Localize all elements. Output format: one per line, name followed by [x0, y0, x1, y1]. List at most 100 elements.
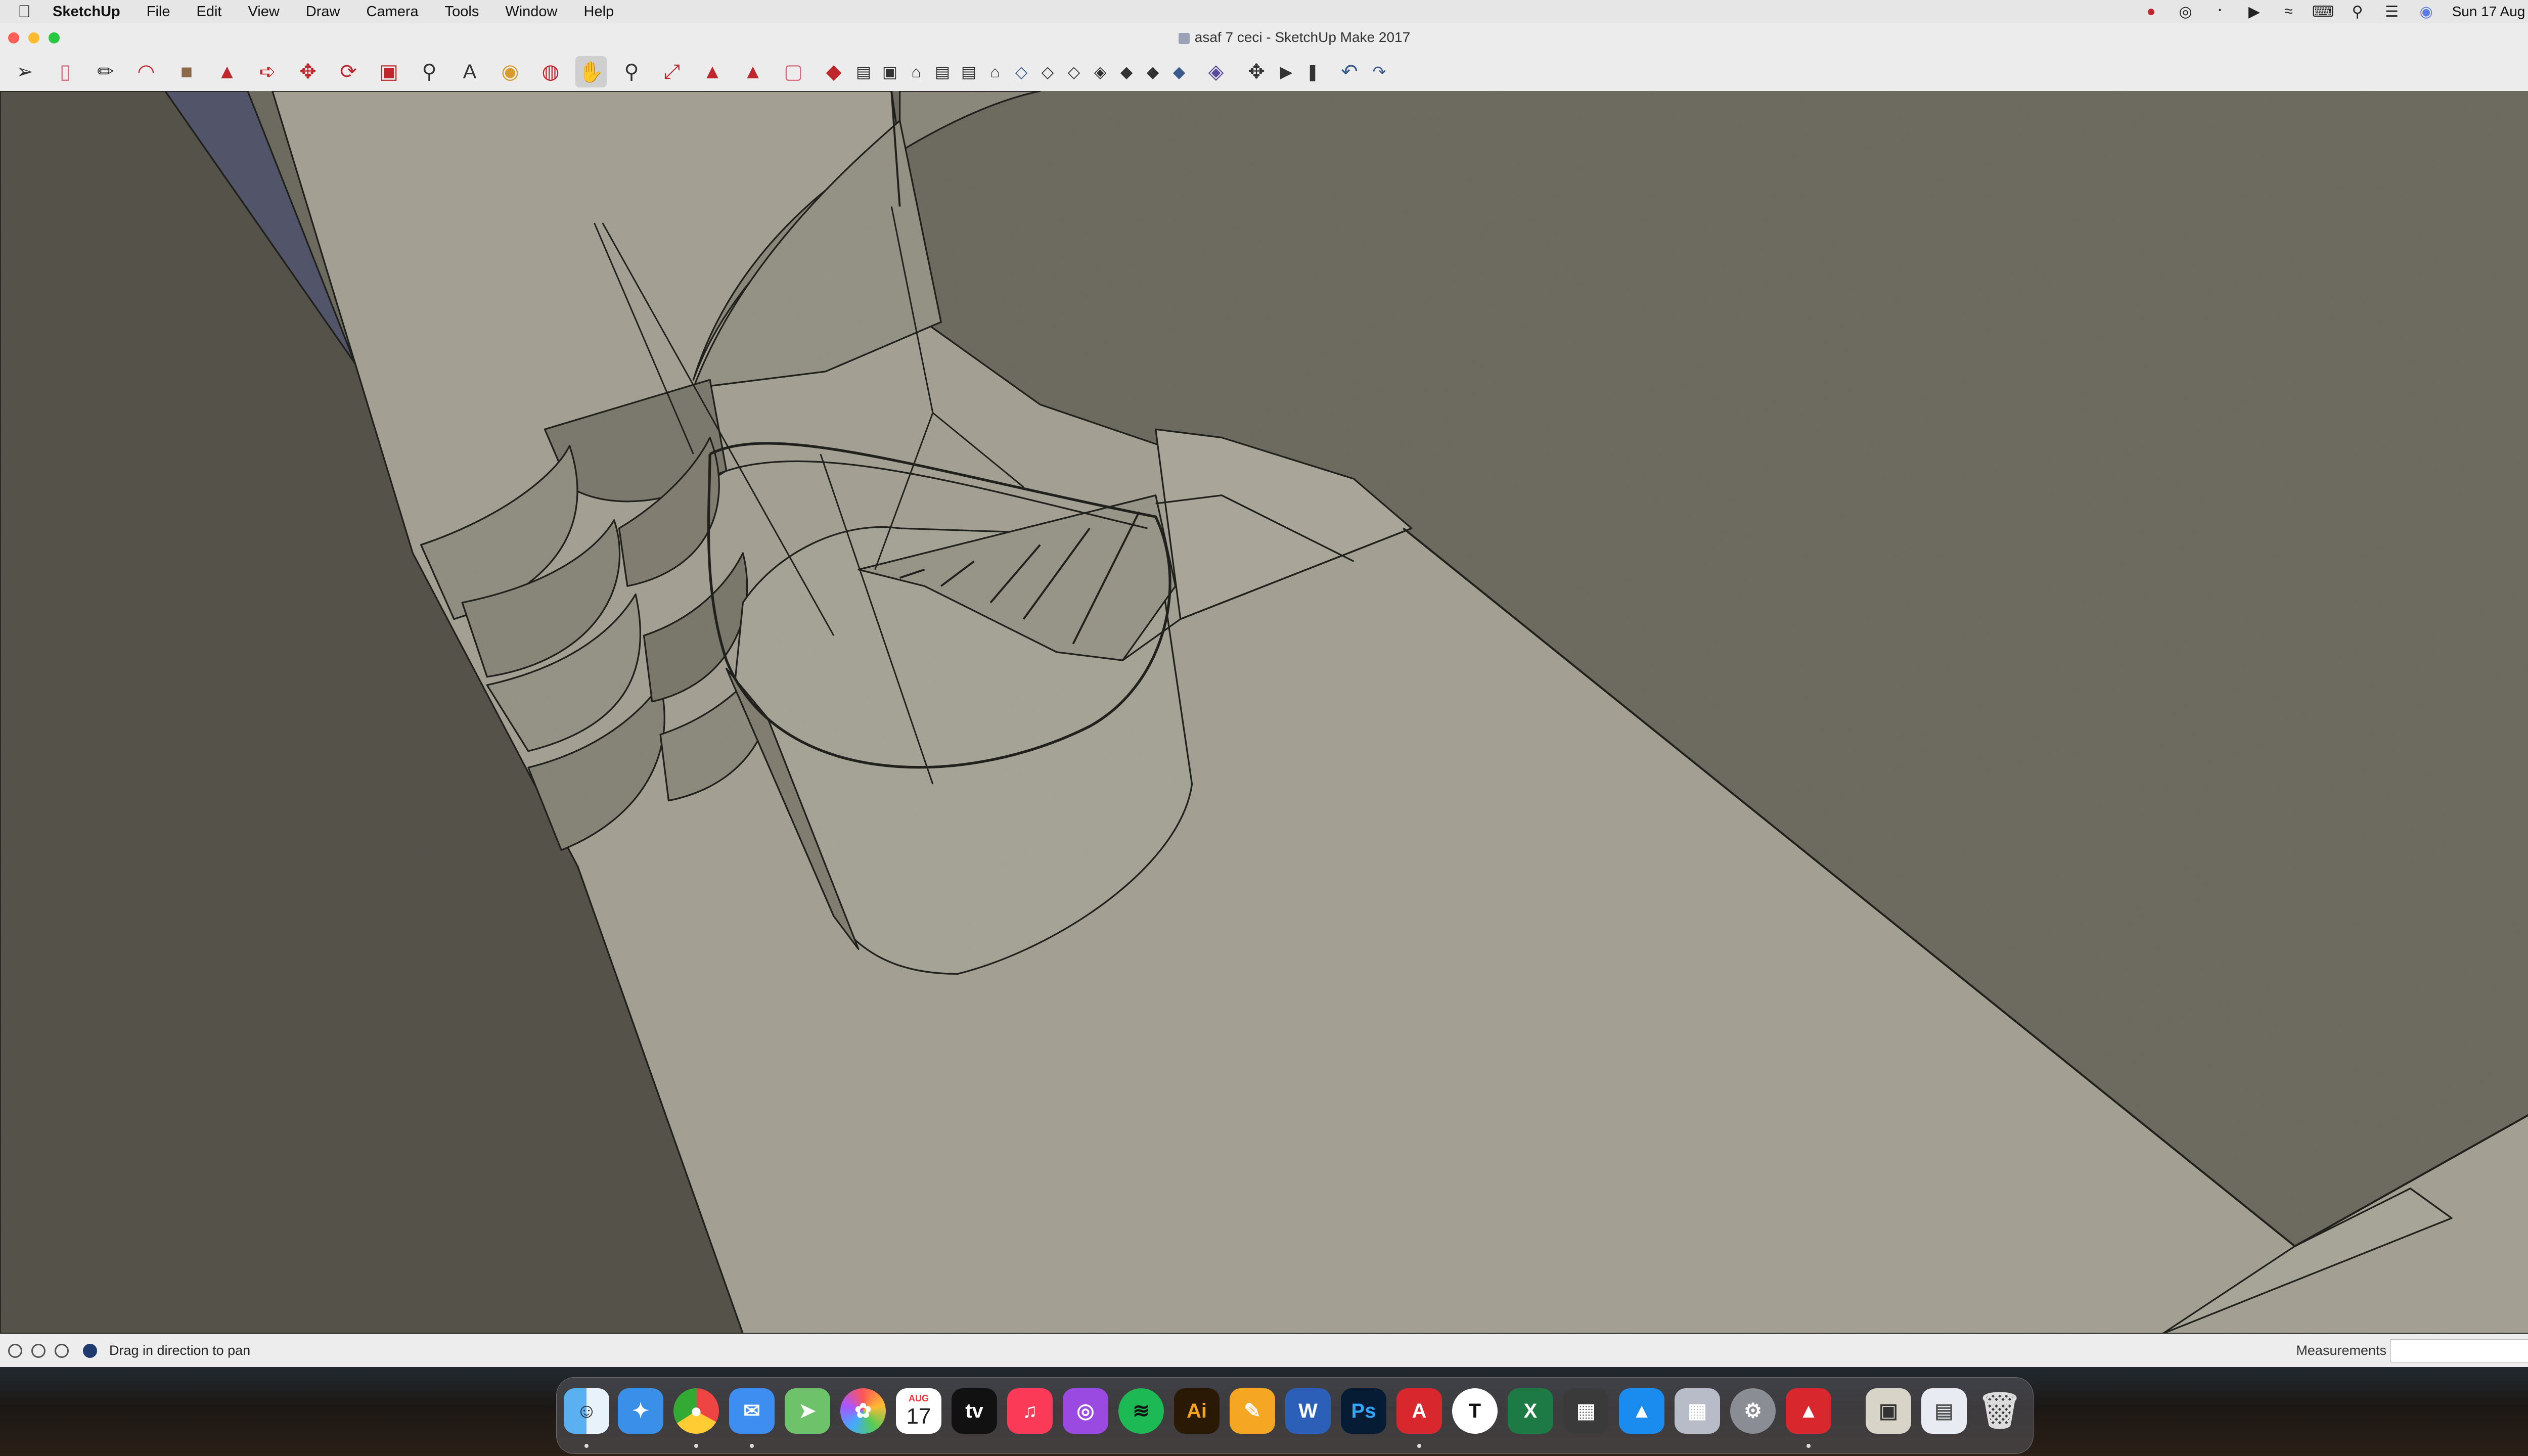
instructor-icon[interactable] [83, 1344, 97, 1358]
shaded-textures-icon[interactable]: ◆ [1114, 56, 1139, 87]
menu-draw[interactable]: Draw [293, 4, 353, 20]
zoom-tool-icon[interactable]: ⚲ [616, 56, 647, 87]
apple-menu-icon[interactable]:  [9, 2, 39, 22]
pan-tool-icon[interactable]: ✋ [575, 56, 607, 87]
illustrator-label: Ai [1187, 1399, 1207, 1422]
text-tool-icon[interactable]: A [454, 56, 485, 87]
spotlight-icon[interactable]: ⚲ [2349, 4, 2366, 20]
section-plane-icon[interactable]: ◆ [1167, 56, 1191, 87]
calculator-icon[interactable]: ▦ [1563, 1388, 1609, 1434]
airdrop-icon[interactable]: ◎ [2177, 4, 2194, 20]
system-preferences-icon[interactable]: ⚙ [1730, 1388, 1776, 1434]
play-icon[interactable]: ▶ [2246, 4, 2263, 20]
zoom-extents-icon[interactable]: ⤢ [656, 56, 688, 87]
geolocation-icon[interactable] [8, 1344, 22, 1358]
model-viewport[interactable] [0, 91, 2528, 1334]
line-tool-icon[interactable]: ✏ [90, 56, 121, 87]
document-icon [1178, 32, 1190, 44]
clock[interactable]: Sun 17 Aug 21:46 [2452, 4, 2528, 20]
x-ray-icon[interactable]: ◇ [1009, 56, 1033, 87]
measurements-input[interactable] [2390, 1339, 2528, 1362]
credits-icon[interactable] [31, 1344, 46, 1358]
menu-view[interactable]: View [235, 4, 292, 20]
texture-grain [0, 91, 2528, 1334]
window-titlebar: asaf 7 ceci - SketchUp Make 2017 [0, 23, 2528, 53]
send-to-layout-icon[interactable]: ◆ [818, 56, 849, 87]
iso-view-icon[interactable]: ▤ [851, 56, 876, 87]
app-store-icon[interactable]: ▲ [1619, 1388, 1664, 1434]
sketchup-icon[interactable]: ▲ [1786, 1388, 1831, 1434]
monochrome-icon[interactable]: ◆ [1141, 56, 1165, 87]
maps-icon[interactable]: ➤ [785, 1388, 830, 1434]
select-tool-icon[interactable]: ➢ [9, 56, 40, 87]
orbit-tool-icon[interactable]: ◍ [535, 56, 566, 87]
extension-warehouse-icon[interactable]: ▲ [737, 56, 769, 87]
typora-icon[interactable]: T [1452, 1388, 1498, 1434]
eraser-tool-icon[interactable]: ▯ [50, 56, 81, 87]
calendar-icon[interactable]: AUG 17 [896, 1388, 941, 1434]
preview-icon[interactable]: ▣ [1866, 1388, 1911, 1434]
trash-icon[interactable]: 🗑 [1977, 1388, 2022, 1434]
move-tool-icon[interactable]: ✥ [292, 56, 324, 87]
chrome-icon[interactable]: ● [673, 1388, 719, 1434]
menu-help[interactable]: Help [571, 4, 627, 20]
bluetooth-icon[interactable]: ᛫ [2211, 3, 2229, 20]
acrobat-icon[interactable]: A [1396, 1388, 1442, 1434]
finder-icon[interactable]: ☺ [564, 1388, 609, 1434]
control-center-icon[interactable]: ☰ [2383, 4, 2401, 20]
shaded-icon[interactable]: ◈ [1088, 56, 1112, 87]
word-icon[interactable]: W [1285, 1388, 1331, 1434]
pause-animation-icon[interactable]: ❚ [1300, 56, 1325, 87]
wireframe-icon[interactable]: ◇ [1035, 56, 1060, 87]
redo-icon[interactable]: ↷ [1367, 56, 1391, 87]
menu-app-name[interactable]: SketchUp [39, 4, 133, 20]
arc-tool-icon[interactable]: ◠ [130, 56, 162, 87]
wifi-icon[interactable]: ≈ [2280, 3, 2297, 20]
spotify-icon[interactable]: ≋ [1118, 1388, 1164, 1434]
mail-icon[interactable]: ✉ [729, 1388, 775, 1434]
podcasts-icon[interactable]: ◎ [1063, 1388, 1108, 1434]
calendar-month: AUG [909, 1393, 929, 1403]
pages-icon[interactable]: ✎ [1230, 1388, 1275, 1434]
menu-camera[interactable]: Camera [353, 4, 432, 20]
launchpad-icon[interactable]: ▦ [1675, 1388, 1720, 1434]
menu-edit[interactable]: Edit [184, 4, 235, 20]
rotate-tool-icon[interactable]: ⟳ [333, 56, 364, 87]
paint-bucket-tool-icon[interactable]: ◉ [494, 56, 526, 87]
creative-cloud-icon[interactable]: ● [2143, 3, 2160, 20]
photoshop-icon[interactable]: Ps [1341, 1388, 1386, 1434]
menu-tools[interactable]: Tools [432, 4, 492, 20]
offset-tool-icon[interactable]: ➪ [252, 56, 283, 87]
play-animation-icon[interactable]: ▶ [1274, 56, 1298, 87]
siri-icon[interactable]: ◉ [2418, 4, 2435, 20]
position-camera-icon[interactable]: ✥ [1241, 56, 1272, 87]
scale-tool-icon[interactable]: ▣ [373, 56, 404, 87]
push-pull-tool-icon[interactable]: ▲ [211, 56, 243, 87]
keyboard-icon[interactable]: ⌨ [2312, 4, 2334, 20]
back-view-icon[interactable]: ▤ [957, 56, 981, 87]
right-view-icon[interactable]: ▤ [930, 56, 955, 87]
word-label: W [1298, 1399, 1318, 1422]
tv-icon[interactable]: tv [952, 1388, 997, 1434]
photos-icon[interactable]: ✿ [840, 1388, 886, 1434]
left-view-icon[interactable]: ⌂ [983, 56, 1007, 87]
walk-tool-icon[interactable]: ◈ [1200, 56, 1232, 87]
model-drawing [0, 91, 2528, 1334]
shapes-tool-icon[interactable]: ■ [171, 56, 202, 87]
running-indicator [1807, 1444, 1811, 1448]
user-icon[interactable] [55, 1344, 69, 1358]
safari-icon[interactable]: ✦ [618, 1388, 663, 1434]
illustrator-icon[interactable]: Ai [1174, 1388, 1220, 1434]
layout-icon[interactable]: ▢ [778, 56, 809, 87]
music-icon[interactable]: ♫ [1007, 1388, 1053, 1434]
tape-measure-tool-icon[interactable]: ⚲ [414, 56, 445, 87]
undo-icon[interactable]: ↶ [1334, 56, 1365, 87]
excel-icon[interactable]: X [1508, 1388, 1553, 1434]
warehouse-icon[interactable]: ▲ [697, 56, 728, 87]
hidden-line-icon[interactable]: ◇ [1062, 56, 1086, 87]
top-view-icon[interactable]: ▣ [878, 56, 902, 87]
front-view-icon[interactable]: ⌂ [904, 56, 928, 87]
folder-icon[interactable]: ▤ [1921, 1388, 1967, 1434]
menu-window[interactable]: Window [492, 4, 570, 20]
menu-file[interactable]: File [133, 4, 184, 20]
